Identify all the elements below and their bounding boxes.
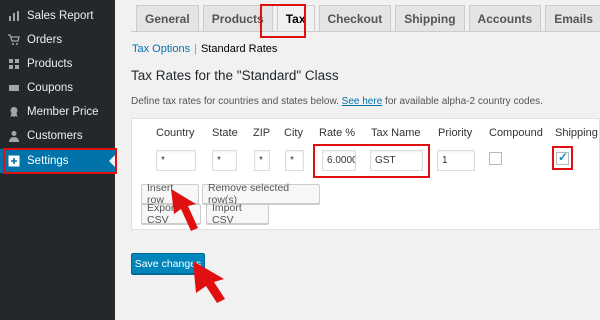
see-here-link[interactable]: See here — [342, 96, 383, 107]
col-header-rate: Rate % — [319, 127, 356, 139]
sidebar-item-label: Products — [27, 58, 73, 70]
cart-icon — [8, 34, 20, 46]
priority-input[interactable]: 1 — [437, 150, 475, 171]
shipping-checkbox[interactable] — [556, 150, 569, 165]
sidebar-item-customers[interactable]: Customers — [0, 124, 115, 148]
col-header-zip: ZIP — [253, 127, 271, 139]
save-changes-arrow-icon — [193, 261, 225, 303]
grid-icon — [8, 58, 20, 70]
country-input[interactable]: * — [156, 150, 196, 171]
tab-checkout[interactable]: Checkout — [318, 5, 392, 32]
tabs-divider — [131, 31, 600, 32]
tab-shipping[interactable]: Shipping — [395, 5, 465, 32]
sidebar-item-products[interactable]: Products — [0, 52, 115, 76]
sub-navigation: Tax Options | Standard Rates — [132, 43, 277, 55]
tab-tax[interactable]: Tax — [276, 5, 315, 32]
col-header-city: City — [284, 127, 303, 139]
state-input[interactable]: * — [212, 150, 237, 171]
page-title: Tax Rates for the "Standard" Class — [131, 68, 339, 83]
ribbon-icon — [8, 106, 20, 118]
sidebar-item-label: Settings — [27, 155, 69, 167]
ticket-icon — [8, 82, 20, 94]
col-header-compound: Compound — [489, 127, 543, 139]
section-description: Define tax rates for countries and state… — [131, 96, 543, 107]
subnav-current: Standard Rates — [200, 43, 278, 55]
sidebar-item-sales-report[interactable]: Sales Report — [0, 4, 115, 28]
subnav-separator: | — [194, 43, 197, 55]
col-header-shipping: Shipping — [555, 127, 598, 139]
bar-chart-icon — [8, 10, 20, 22]
remove-rows-button[interactable]: Remove selected row(s) — [202, 182, 320, 206]
compound-checkbox[interactable] — [489, 152, 502, 165]
desc-text-after: for available alpha-2 country codes. — [385, 96, 543, 107]
sidebar-item-coupons[interactable]: Coupons — [0, 76, 115, 100]
rate-input[interactable]: 6.0000 — [322, 150, 356, 171]
tab-products[interactable]: Products — [202, 5, 273, 32]
user-icon — [8, 130, 20, 142]
admin-sidebar: Sales Report Orders Products Coupons Mem… — [0, 0, 115, 320]
sidebar-item-label: Member Price — [27, 106, 99, 118]
settings-tabs: General Products Tax Checkout Shipping A… — [136, 5, 600, 32]
sidebar-item-label: Customers — [27, 130, 83, 142]
sidebar-item-orders[interactable]: Orders — [0, 28, 115, 52]
sidebar-item-member-price[interactable]: Member Price — [0, 100, 115, 124]
import-csv-button[interactable]: Import CSV — [206, 202, 269, 226]
tab-general[interactable]: General — [136, 5, 199, 32]
col-header-country: Country — [156, 127, 195, 139]
desc-text-before: Define tax rates for countries and state… — [131, 96, 339, 107]
sidebar-item-settings[interactable]: Settings — [0, 149, 115, 173]
insert-row-arrow-icon — [171, 189, 198, 231]
sidebar-item-label: Sales Report — [27, 10, 94, 22]
tab-emails[interactable]: Emails — [545, 5, 600, 32]
tab-accounts[interactable]: Accounts — [468, 5, 542, 32]
col-header-state: State — [212, 127, 238, 139]
city-input[interactable]: * — [285, 150, 304, 171]
tax-name-input[interactable]: GST — [370, 150, 423, 171]
col-header-tax-name: Tax Name — [371, 127, 421, 139]
tax-options-link[interactable]: Tax Options — [132, 43, 190, 55]
sidebar-item-label: Orders — [27, 34, 63, 46]
plus-box-icon — [8, 155, 20, 167]
sidebar-item-label: Coupons — [27, 82, 74, 94]
col-header-priority: Priority — [438, 127, 473, 139]
zip-input[interactable]: * — [254, 150, 270, 171]
